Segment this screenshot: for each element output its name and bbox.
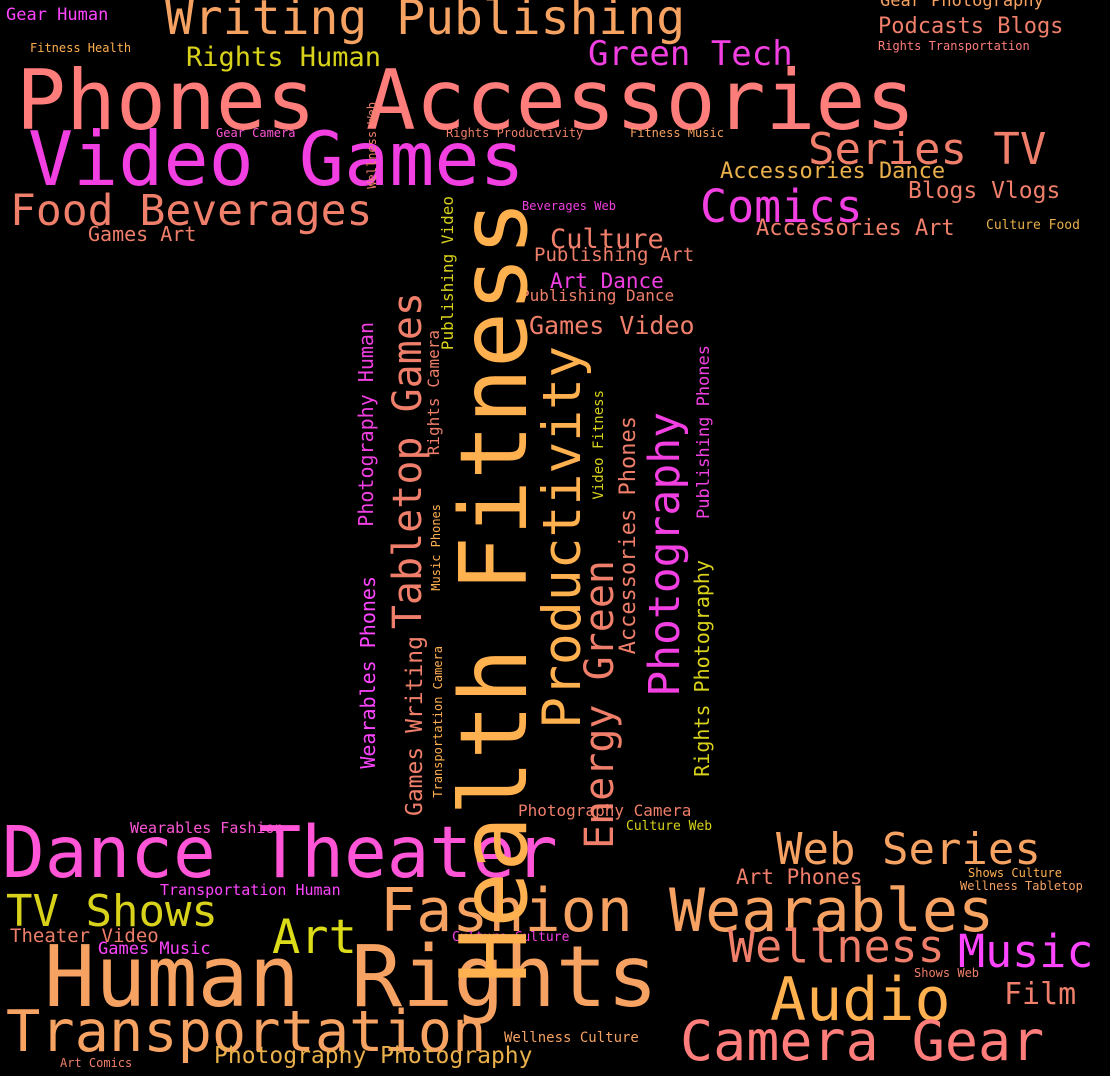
word-publishing-art: Publishing Art [534, 244, 695, 266]
word-transportation-camera: Transportation Camera [431, 646, 445, 798]
word-gear-human: Gear Human [6, 5, 109, 25]
word-tabletop-games: Tabletop Games [385, 292, 431, 630]
word-wellness-web: Wellness Web [365, 102, 379, 189]
word-camera-gear: Camera Gear [680, 1009, 1045, 1073]
word-wearables-phones: Wearables Phones [356, 576, 380, 769]
word-music-phones: Music Phones [429, 504, 443, 591]
word-wellness: Wellness [728, 920, 945, 973]
word-rights-photography: Rights Photography [690, 560, 714, 777]
word-games-art: Games Art [88, 222, 197, 246]
word-cloud: Gear Human Writing Publishing Gear Photo… [0, 0, 1110, 1076]
word-photography-photography: Photography Photography [214, 1043, 533, 1069]
word-accessories-art: Accessories Art [756, 216, 955, 241]
word-games-video: Games Video [529, 311, 695, 340]
word-blogs-vlogs: Blogs Vlogs [908, 178, 1061, 204]
word-podcasts-blogs: Podcasts Blogs [878, 14, 1064, 39]
word-energy-green: Energy Green [577, 560, 623, 849]
word-rights-transportation: Rights Transportation [878, 39, 1030, 53]
word-games-writing: Games Writing [402, 636, 428, 817]
word-video-fitness: Video Fitness [591, 390, 607, 500]
word-art-comics: Art Comics [60, 1056, 133, 1070]
word-photography: Photography [640, 412, 690, 697]
word-gear-photography: Gear Photography [880, 0, 1044, 11]
word-health-fitness: Health Fitness [440, 200, 548, 984]
word-photography-human: Photography Human [354, 322, 378, 527]
word-culture-web: Culture Web [626, 819, 713, 834]
word-fitness-music: Fitness Music [630, 126, 724, 140]
word-film: Film [1004, 977, 1077, 1012]
word-publishing-phones: Publishing Phones [694, 345, 714, 519]
word-culture-food: Culture Food [986, 218, 1080, 233]
